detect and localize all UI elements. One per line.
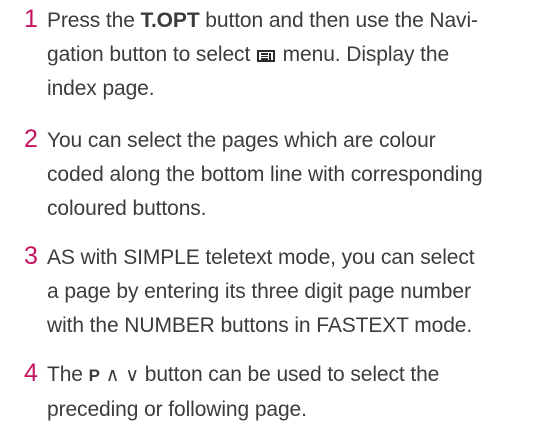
text-segment: button can be used to select the	[139, 363, 440, 386]
text-segment: The	[47, 363, 89, 386]
text-segment: gation button to select	[47, 43, 256, 66]
down-arrow-icon: ∨	[125, 365, 139, 386]
text-segment: menu. Display the	[276, 43, 450, 66]
step-line: a page by entering its three digit page …	[47, 280, 471, 303]
teletext-menu-icon	[256, 50, 275, 62]
step-text: AS with SIMPLE teletext mode, you can se…	[47, 241, 537, 343]
step-line: You can select the pages which are colou…	[47, 129, 436, 152]
step-number: 3	[24, 242, 38, 270]
step-line: index page.	[47, 77, 155, 100]
step-line: preceding or following page.	[47, 398, 307, 421]
step-line: Press the T.OPT button and then use the …	[47, 4, 537, 38]
text-segment: button and then use the Navi-	[199, 9, 478, 32]
step-line: coded along the bottom line with corresp…	[47, 163, 483, 186]
p-button-label: P	[88, 366, 100, 385]
up-arrow-icon: ∧	[105, 365, 120, 386]
step-line: coloured buttons.	[47, 197, 207, 220]
step-line: AS with SIMPLE teletext mode, you can se…	[47, 246, 475, 269]
t-opt-button-label: T.OPT	[140, 9, 200, 32]
step-text: The P ∧ ∨ button can be used to select t…	[47, 358, 537, 427]
step-number: 4	[24, 359, 38, 387]
step-line: gation button to select menu. Display th…	[47, 38, 537, 72]
step-line: with the NUMBER buttons in FASTEXT mode.	[47, 314, 473, 337]
step-text: You can select the pages which are colou…	[47, 124, 537, 226]
step-text: Press the T.OPT button and then use the …	[47, 4, 537, 106]
step-line: The P ∧ ∨ button can be used to select t…	[47, 358, 537, 393]
step-number: 2	[24, 125, 38, 153]
step-number: 1	[24, 5, 38, 33]
text-segment: Press the	[47, 9, 141, 32]
